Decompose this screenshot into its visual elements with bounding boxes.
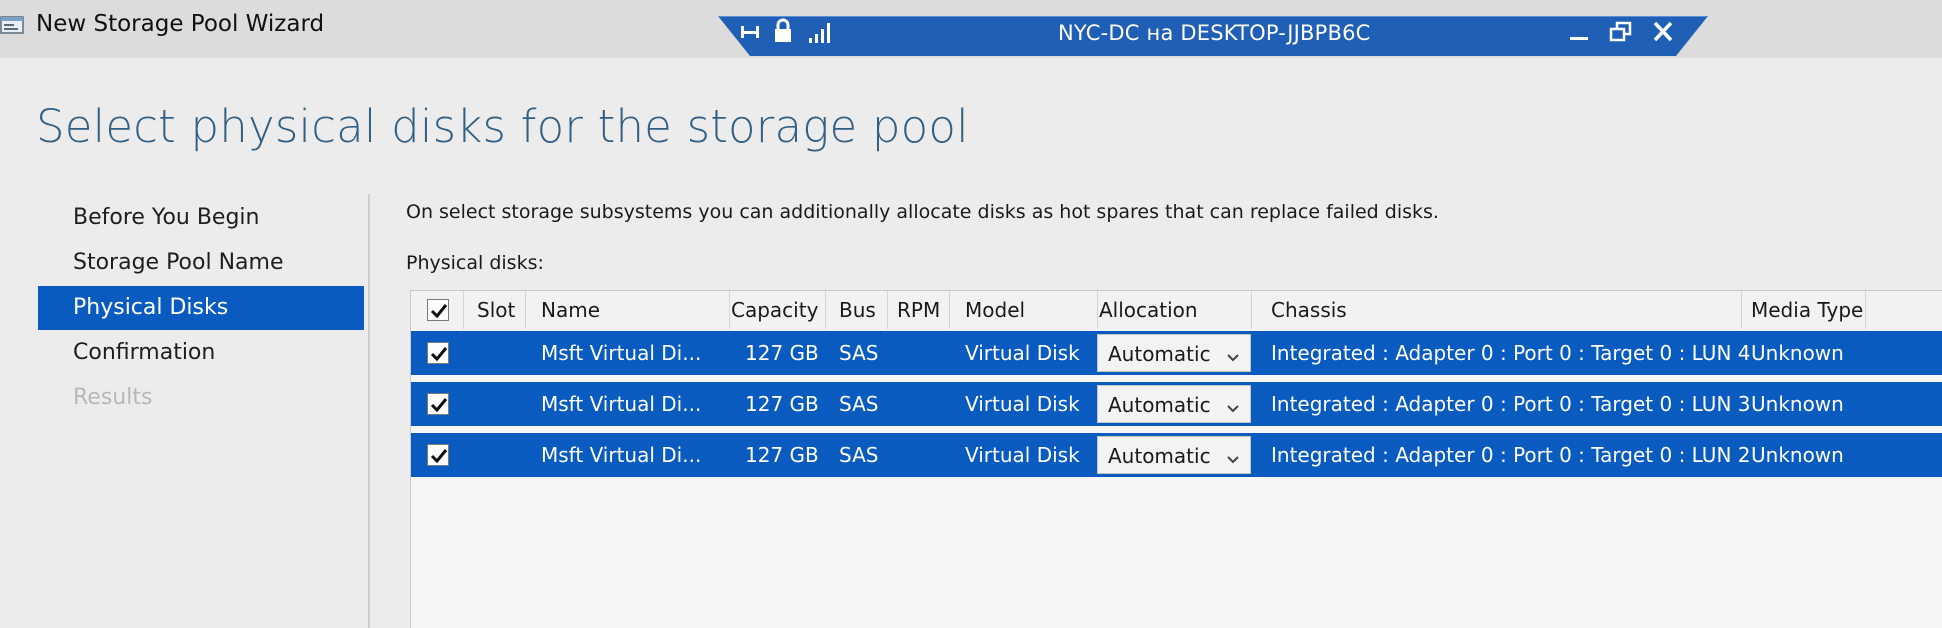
signal-icon[interactable] bbox=[808, 20, 834, 44]
column-header-model[interactable]: Model bbox=[965, 298, 1025, 322]
allocation-dropdown[interactable]: Automatic bbox=[1097, 385, 1251, 423]
disk-model: Virtual Disk bbox=[965, 341, 1080, 365]
disk-model: Virtual Disk bbox=[965, 392, 1080, 416]
allocation-dropdown[interactable]: Automatic bbox=[1097, 436, 1251, 474]
disk-chassis: Integrated : Adapter 0 : Port 0 : Target… bbox=[1271, 392, 1751, 416]
nav-item-physical-disks[interactable]: Physical Disks bbox=[38, 286, 364, 330]
close-icon[interactable] bbox=[1650, 20, 1676, 44]
column-header-media-type[interactable]: Media Type bbox=[1751, 298, 1863, 322]
window-title-bar[interactable]: New Storage Pool Wizard NYC-DC на DESKTO… bbox=[0, 0, 1942, 58]
row-checkbox[interactable] bbox=[427, 444, 449, 466]
column-header-bus[interactable]: Bus bbox=[839, 298, 876, 322]
chevron-down-icon bbox=[1226, 348, 1240, 362]
pin-icon[interactable] bbox=[738, 20, 762, 44]
row-checkbox[interactable] bbox=[427, 393, 449, 415]
column-header-capacity[interactable]: Capacity bbox=[731, 298, 818, 322]
disk-capacity: 127 GB bbox=[745, 392, 819, 416]
window-title: New Storage Pool Wizard bbox=[36, 11, 325, 37]
column-separator bbox=[525, 291, 526, 329]
column-separator bbox=[1865, 291, 1866, 329]
page-title: Select physical disks for the storage po… bbox=[36, 100, 969, 153]
disk-name: Msft Virtual Di... bbox=[541, 443, 702, 467]
storage-pool-wizard-icon bbox=[0, 14, 26, 36]
disk-media-type: Unknown bbox=[1751, 341, 1844, 365]
chevron-down-icon bbox=[1226, 450, 1240, 464]
grid-header: Slot Name Capacity Bus RPM Model Allocat… bbox=[411, 291, 1942, 329]
table-row[interactable]: Msft Virtual Di... 127 GB SAS Virtual Di… bbox=[411, 331, 1942, 375]
column-header-slot[interactable]: Slot bbox=[477, 298, 515, 322]
disk-bus: SAS bbox=[839, 392, 879, 416]
disk-chassis: Integrated : Adapter 0 : Port 0 : Target… bbox=[1271, 341, 1751, 365]
table-row[interactable]: Msft Virtual Di... 127 GB SAS Virtual Di… bbox=[411, 382, 1942, 426]
allocation-value: Automatic bbox=[1108, 444, 1211, 468]
table-row[interactable]: Msft Virtual Di... 127 GB SAS Virtual Di… bbox=[411, 433, 1942, 477]
nav-divider bbox=[368, 194, 370, 628]
allocation-value: Automatic bbox=[1108, 393, 1211, 417]
select-all-checkbox[interactable] bbox=[427, 299, 449, 321]
column-header-chassis[interactable]: Chassis bbox=[1271, 298, 1347, 322]
column-separator bbox=[949, 291, 950, 329]
disk-capacity: 127 GB bbox=[745, 341, 819, 365]
minimize-icon[interactable] bbox=[1566, 20, 1592, 44]
allocation-dropdown[interactable]: Automatic bbox=[1097, 334, 1251, 372]
column-separator bbox=[887, 291, 888, 329]
disk-bus: SAS bbox=[839, 443, 879, 467]
disk-media-type: Unknown bbox=[1751, 443, 1844, 467]
disk-name: Msft Virtual Di... bbox=[541, 392, 702, 416]
nav-item-storage-pool-name[interactable]: Storage Pool Name bbox=[38, 241, 364, 285]
nav-item-before-you-begin[interactable]: Before You Begin bbox=[38, 196, 364, 240]
row-checkbox[interactable] bbox=[427, 342, 449, 364]
column-separator bbox=[1097, 291, 1098, 329]
nav-item-confirmation[interactable]: Confirmation bbox=[38, 331, 364, 375]
disk-chassis: Integrated : Adapter 0 : Port 0 : Target… bbox=[1271, 443, 1751, 467]
nav-item-results: Results bbox=[73, 385, 153, 410]
disk-model: Virtual Disk bbox=[965, 443, 1080, 467]
disk-media-type: Unknown bbox=[1751, 392, 1844, 416]
remote-host-name: NYC-DC на DESKTOP-JJBPB6C bbox=[1058, 21, 1371, 45]
column-header-name[interactable]: Name bbox=[541, 298, 600, 322]
physical-disks-grid[interactable]: Slot Name Capacity Bus RPM Model Allocat… bbox=[410, 290, 1942, 628]
disk-name: Msft Virtual Di... bbox=[541, 341, 702, 365]
intro-text: On select storage subsystems you can add… bbox=[406, 201, 1439, 223]
column-header-allocation[interactable]: Allocation bbox=[1099, 298, 1198, 322]
column-header-rpm[interactable]: RPM bbox=[897, 298, 940, 322]
column-separator bbox=[1251, 291, 1252, 329]
column-separator bbox=[463, 291, 464, 329]
lock-icon[interactable] bbox=[772, 18, 794, 44]
column-separator bbox=[1741, 291, 1742, 329]
disk-capacity: 127 GB bbox=[745, 443, 819, 467]
disk-bus: SAS bbox=[839, 341, 879, 365]
restore-icon[interactable] bbox=[1608, 20, 1634, 44]
chevron-down-icon bbox=[1226, 399, 1240, 413]
column-separator bbox=[825, 291, 826, 329]
column-separator bbox=[729, 291, 730, 329]
remote-desktop-connection-bar[interactable]: NYC-DC на DESKTOP-JJBPB6C bbox=[718, 16, 1708, 56]
allocation-value: Automatic bbox=[1108, 342, 1211, 366]
physical-disks-label: Physical disks: bbox=[406, 252, 544, 274]
